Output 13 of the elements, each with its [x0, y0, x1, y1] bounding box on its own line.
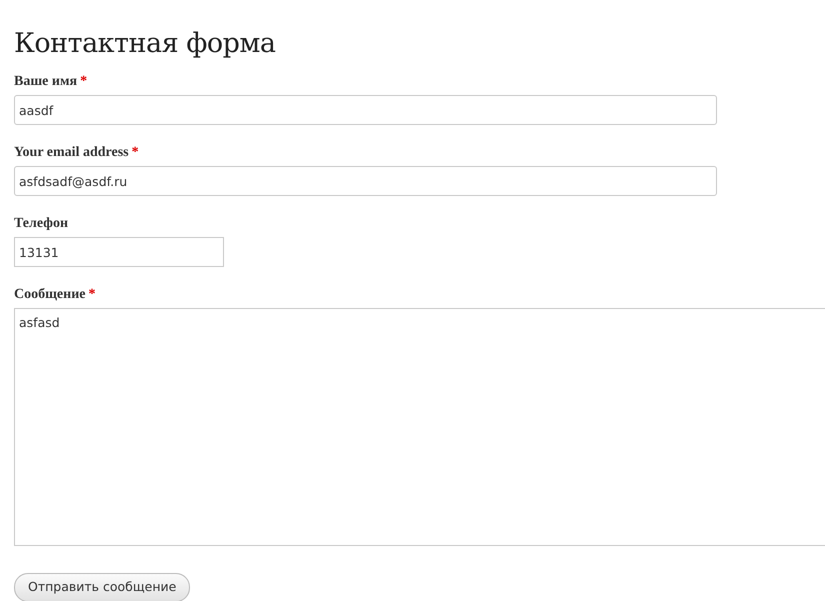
required-mark: *: [88, 287, 96, 302]
field-label: Your email address: [14, 144, 129, 162]
message-field[interactable]: asfasd: [14, 308, 825, 546]
field-label: Телефон: [14, 215, 68, 234]
required-mark: *: [132, 145, 139, 160]
required-mark: *: [80, 74, 88, 90]
form-title: Контактная форма: [14, 28, 276, 60]
submit-button[interactable]: Отправить сообщение: [14, 573, 190, 601]
field-label: Сообщение: [14, 286, 86, 304]
input-field[interactable]: 13131: [14, 237, 224, 268]
input-field[interactable]: asfdsadf@asdf.ru: [14, 166, 717, 196]
input-field[interactable]: aasdf: [14, 95, 717, 126]
field-label: Ваше имя: [14, 73, 78, 92]
